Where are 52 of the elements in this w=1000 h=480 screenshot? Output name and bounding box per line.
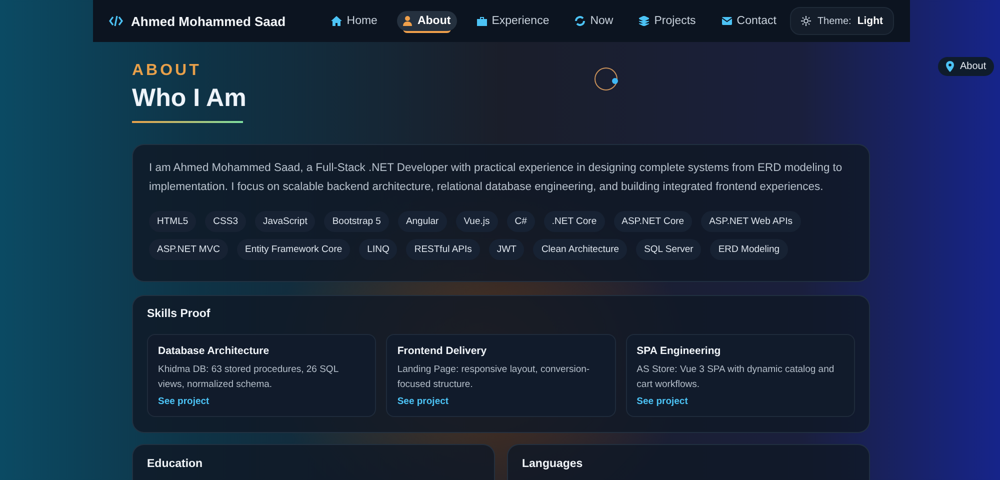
proof-description: AS Store: Vue 3 SPA with dynamic catalog and cart workflows. [636,363,836,392]
section-indicator-pill[interactable]: About [938,57,994,76]
theme-toggle-button[interactable]: Theme: Light [790,7,894,35]
nav-link[interactable]: Experience [470,11,556,31]
skill-tag: ASP.NET MVC [149,239,228,260]
nav-link[interactable]: Home [324,11,384,31]
brand-name[interactable]: Ahmed Mohammed Saad [131,14,286,28]
refresh-icon [575,16,586,26]
cursor-ring-icon [594,67,620,93]
panel-heading: Languages [522,458,584,470]
see-project-link[interactable]: See project [636,396,844,407]
person-icon [403,16,412,26]
location-pin-icon [946,61,954,72]
nav-link[interactable]: About [397,11,457,31]
section-eyebrow: ABOUT [132,62,202,80]
skill-tag: LINQ [359,239,398,260]
proof-title: SPA Engineering [636,345,722,357]
skill-tag: C# [506,211,535,232]
proof-description: Khidma DB: 63 stored procedures, 26 SQL views, normalized schema. [158,363,340,392]
sun-icon [801,16,812,26]
nav-link[interactable]: Contact [716,11,782,31]
skill-tag: Vue.js [456,211,498,232]
skill-tag: ERD Modeling [710,239,788,260]
skill-tag: ASP.NET Web APIs [701,211,801,232]
nav-link[interactable]: Projects [633,11,702,31]
card-heading: Skills Proof [147,308,212,320]
see-project-link[interactable]: See project [158,396,366,407]
layers-icon [639,16,650,26]
proof-title: Database Architecture [158,345,270,357]
home-icon [330,16,342,26]
skill-tag: Bootstrap 5 [324,211,389,232]
skill-tag: Entity Framework Core [237,239,350,260]
skill-tag: HTML5 [149,211,196,232]
bio-paragraph: I am Ahmed Mohammed Saad, a Full-Stack .NET Developer with practical experience in designing complete systems from ERD modeling to implementation. I focus on scalable backend architecture, relational database engineering, and building integrated frontend experiences. [149,161,844,195]
skill-tag: SQL Server [636,239,702,260]
mail-icon [722,17,732,25]
skill-tag: Angular [398,211,447,232]
section-title: Who I Am [132,84,248,113]
skill-tag: CSS3 [205,211,246,232]
code-icon [109,15,123,27]
panel-heading: Education [147,458,204,470]
proof-description: Landing Page: responsive layout, conversion-focused structure. [397,363,591,392]
proof-title: Frontend Delivery [397,345,488,357]
nav-link[interactable]: Now [569,11,620,31]
briefcase-icon [476,16,487,26]
skill-tag: Clean Architecture [533,239,628,260]
skill-tag: .NET Core [544,211,605,232]
skill-tag: JavaScript [254,211,316,232]
skill-tag: RESTful APIs [406,239,480,260]
see-project-link[interactable]: See project [397,396,605,407]
skill-tag: ASP.NET Core [614,211,692,232]
skill-tag: JWT [488,239,524,260]
